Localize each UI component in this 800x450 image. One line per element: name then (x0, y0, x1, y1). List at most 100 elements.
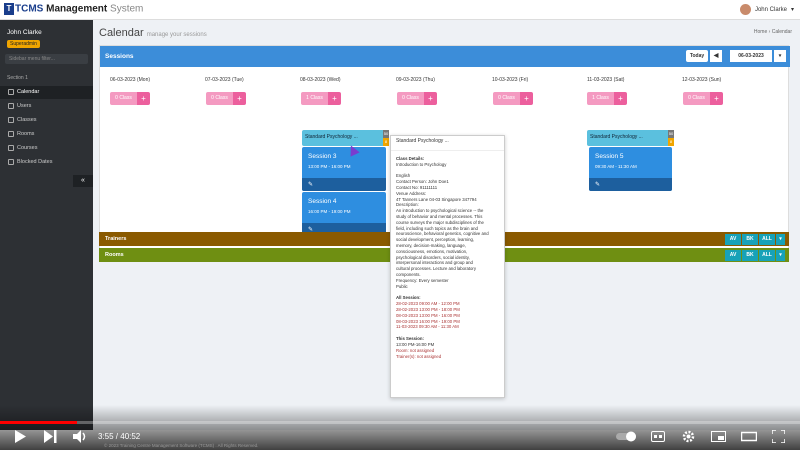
video-time: 3:55 / 40:52 (98, 432, 141, 441)
miniplayer-icon[interactable] (711, 431, 726, 442)
class-count-button[interactable]: 0 Class (110, 92, 137, 105)
course-bar[interactable]: Standard Psychology ... 50 8 (587, 130, 674, 146)
row-label: Trainers (105, 236, 127, 242)
booked-button[interactable]: BK (742, 234, 758, 245)
add-class-button[interactable]: + (328, 92, 341, 105)
logo-system: System (110, 3, 144, 15)
add-class-button[interactable]: + (424, 92, 437, 105)
available-button[interactable]: AV (725, 250, 741, 261)
add-class-button[interactable]: + (137, 92, 150, 105)
day-class-count: 0 Class + (206, 92, 246, 105)
day-class-count: 0 Class + (683, 92, 723, 105)
day-header: 07-03-2023 (Tue) (205, 77, 244, 83)
external-link-icon (8, 131, 14, 137)
theater-mode-icon[interactable] (741, 431, 757, 442)
session-time: 13:00 PM - 16:00 PM (308, 164, 351, 169)
all-button[interactable]: ALL (759, 250, 775, 261)
class-count-button[interactable]: 1 Class (301, 92, 328, 105)
top-bar: T TCMS Management System John Clarke ▾ (0, 0, 800, 20)
session-time: 16:00 PM - 19:00 PM (308, 209, 351, 214)
course-bar[interactable]: Standard Psychology ... 50 8 (302, 130, 389, 146)
next-icon[interactable] (44, 430, 57, 443)
breadcrumb-current: Calendar (771, 29, 792, 35)
session-card[interactable]: Session 5 09:30 AM - 11:30 AM ✎ (589, 147, 672, 191)
class-count-button[interactable]: 0 Class (683, 92, 710, 105)
course-bar-label: Standard Psychology ... (590, 134, 643, 140)
add-class-button[interactable]: + (614, 92, 627, 105)
row-label: Rooms (105, 252, 124, 258)
today-button[interactable]: Today (686, 50, 708, 62)
add-class-button[interactable]: + (233, 92, 246, 105)
sidebar-item-calendar[interactable]: Calendar (0, 86, 93, 99)
page-title: Calendar manage your sessions (99, 27, 207, 39)
play-icon[interactable] (14, 430, 26, 443)
breadcrumb-home[interactable]: Home (754, 29, 767, 35)
fullscreen-icon[interactable] (772, 430, 785, 443)
sidebar-item-label: Blocked Dates (17, 159, 53, 165)
session-title: Session 4 (308, 198, 337, 205)
day-class-count: 0 Class + (397, 92, 437, 105)
user-menu-name: John Clarke (754, 6, 787, 13)
external-link-icon (8, 117, 14, 123)
enrolled-badge: 8 (668, 138, 674, 146)
settings-gear-icon[interactable] (682, 430, 695, 443)
captions-icon[interactable] (651, 431, 665, 442)
booked-button[interactable]: BK (742, 250, 758, 261)
sidebar-user-name: John Clarke (7, 29, 42, 36)
add-class-button[interactable]: + (520, 92, 533, 105)
class-count-button[interactable]: 0 Class (493, 92, 520, 105)
app-logo[interactable]: T TCMS Management System (4, 3, 143, 15)
all-button[interactable]: ALL (759, 234, 775, 245)
video-progress-bar[interactable] (0, 421, 800, 424)
date-picker-caret[interactable]: ▾ (774, 50, 786, 62)
breadcrumb: Home › Calendar (754, 29, 792, 35)
autoplay-toggle-icon[interactable] (616, 431, 638, 442)
class-count-button[interactable]: 0 Class (206, 92, 233, 105)
page-title-text: Calendar (99, 27, 144, 39)
sidebar-item-rooms[interactable]: Rooms (0, 128, 93, 141)
sidebar-item-users[interactable]: Users (0, 100, 93, 113)
sidebar: John Clarke Superadmin Sidebar menu filt… (0, 20, 93, 430)
video-progress-fill (0, 421, 77, 424)
sidebar-item-label: Rooms (17, 131, 35, 137)
day-header: 10-03-2023 (Fri) (492, 77, 529, 83)
tooltip-trainer: Trainer(s): not assigned (396, 353, 442, 359)
date-picker-input[interactable]: 06-03-2023 (730, 50, 772, 62)
role-badge: Superadmin (7, 40, 40, 48)
session-card[interactable]: Session 3 13:00 PM - 16:00 PM ✎ (302, 147, 386, 191)
capacity-badge: 50 (383, 130, 389, 138)
edit-icon[interactable]: ✎ (595, 182, 600, 188)
prev-week-button[interactable]: ◀ (710, 50, 722, 62)
day-header: 06-03-2023 (Mon) (110, 77, 151, 83)
edit-icon[interactable]: ✎ (308, 182, 313, 188)
session-title: Session 5 (595, 153, 624, 160)
sidebar-item-courses[interactable]: Courses (0, 142, 93, 155)
session-card[interactable]: Session 4 16:00 PM - 19:00 PM ✎ (302, 192, 386, 236)
external-link-icon (8, 145, 14, 151)
volume-icon[interactable] (73, 430, 88, 443)
add-class-button[interactable]: + (710, 92, 723, 105)
row-filter-buttons: AV BK ALL ▾ (725, 250, 785, 261)
page-footer: © 2023 Training Centre Management Softwa… (104, 443, 259, 448)
sidebar-item-label: Classes (17, 117, 37, 123)
sidebar-item-blocked-dates[interactable]: Blocked Dates (0, 156, 93, 169)
class-count-button[interactable]: 1 Class (587, 92, 614, 105)
logo-word: Management (46, 3, 108, 15)
sidebar-item-classes[interactable]: Classes (0, 114, 93, 127)
day-header: 11-03-2023 (Sat) (587, 77, 625, 83)
session-time: 09:30 AM - 11:30 AM (595, 164, 637, 169)
sidebar-collapse-button[interactable]: « (73, 175, 93, 187)
sidebar-item-label: Calendar (17, 89, 40, 95)
chevron-down-icon: ▾ (790, 7, 794, 13)
logo-badge: T (4, 3, 14, 15)
class-count-button[interactable]: 0 Class (397, 92, 424, 105)
day-header: 12-03-2023 (Sun) (682, 77, 722, 83)
user-menu[interactable]: John Clarke ▾ (739, 4, 794, 15)
capacity-badge: 50 (668, 130, 674, 138)
sidebar-search-input[interactable]: Sidebar menu filter... (5, 54, 88, 64)
day-class-count: 1 Class + (301, 92, 341, 105)
breadcrumb-separator: › (768, 29, 771, 35)
chevron-down-icon[interactable]: ▾ (776, 250, 785, 261)
available-button[interactable]: AV (725, 234, 741, 245)
chevron-down-icon[interactable]: ▾ (776, 234, 785, 245)
